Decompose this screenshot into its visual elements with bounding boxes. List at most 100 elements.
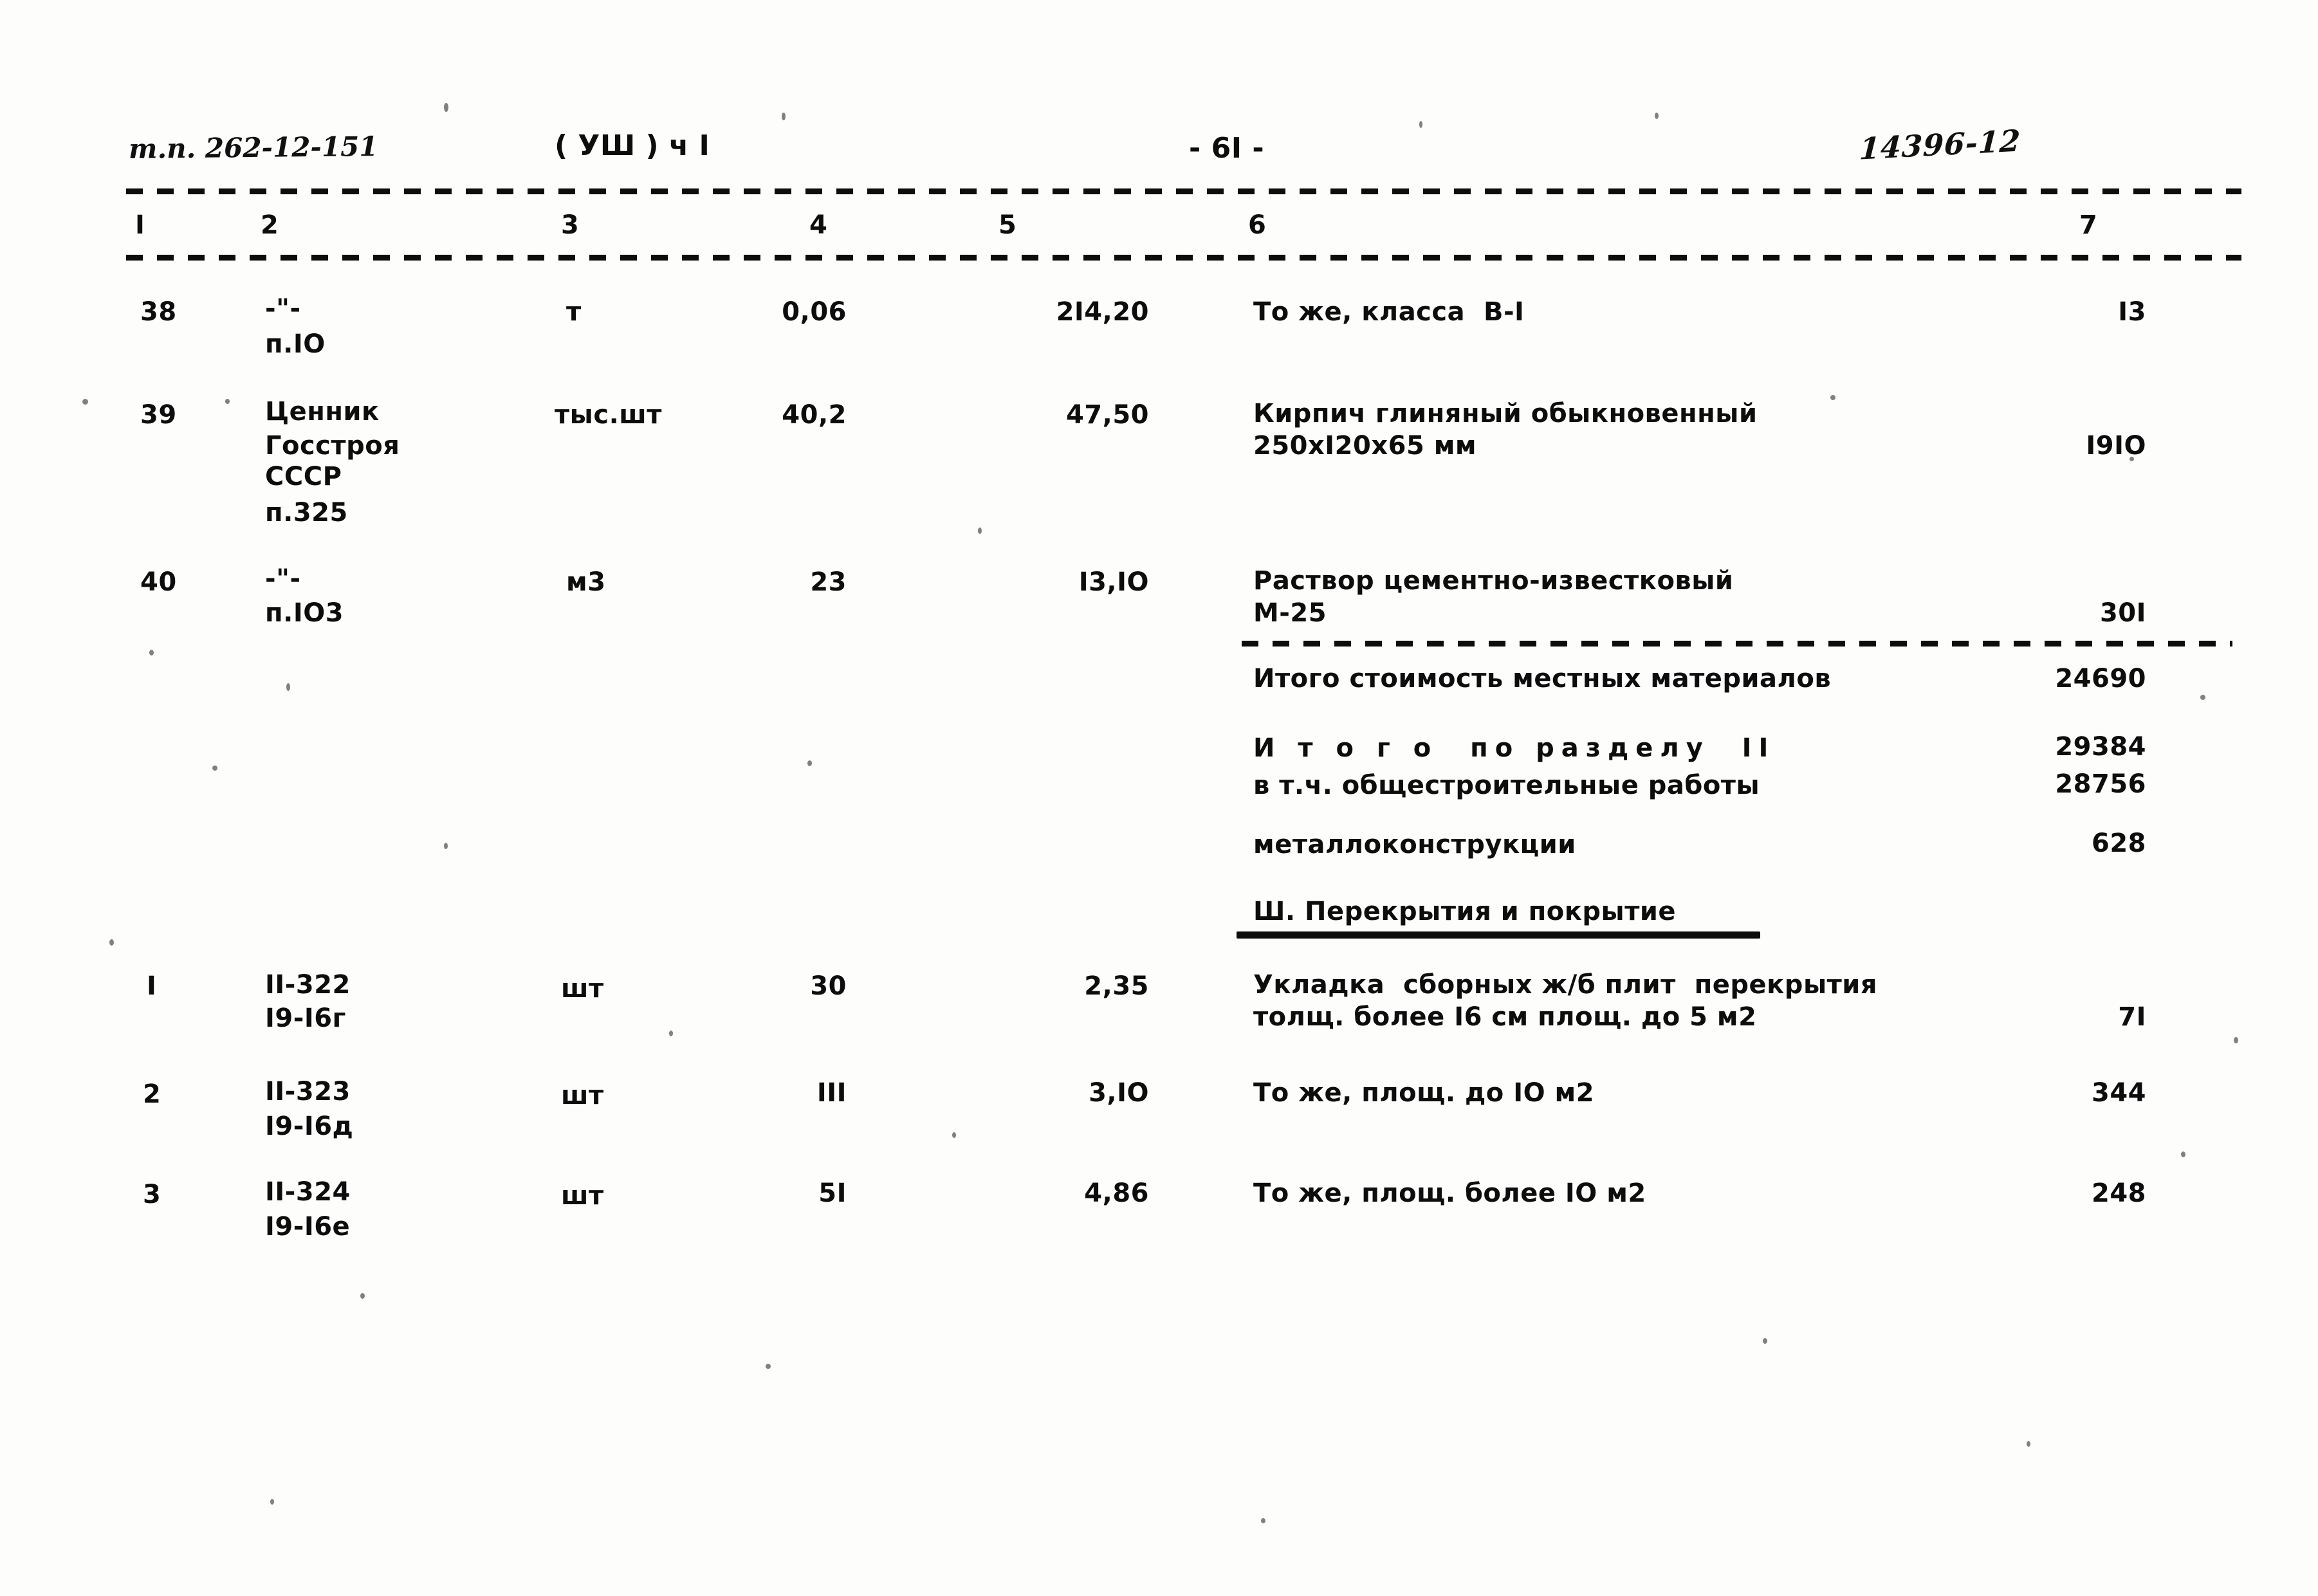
row-unit: шт <box>561 974 604 1004</box>
scan-speck <box>669 1031 673 1036</box>
column-header-6: 6 <box>1248 210 1267 240</box>
row-quantity: 23 <box>810 567 847 597</box>
row-total: 248 <box>2092 1179 2146 1208</box>
scan-speck <box>444 103 448 112</box>
row-total: I3 <box>2118 297 2146 327</box>
row-quantity: 40,2 <box>782 400 847 430</box>
row-code-line: п.325 <box>265 498 348 527</box>
row-quantity: 0,06 <box>782 297 847 327</box>
scan-speck <box>360 1293 365 1299</box>
scan-speck <box>149 650 154 656</box>
row-code-line: II-322 <box>265 970 351 1000</box>
row-unit: шт <box>561 1081 604 1110</box>
scan-speck <box>82 399 88 405</box>
scan-speck <box>978 527 982 534</box>
scan-speck <box>1655 113 1659 119</box>
column-header-1: I <box>135 210 145 240</box>
row-description: То же, площ. до IO м2 <box>1253 1078 1595 1108</box>
row-price: 2I4,20 <box>1056 297 1149 327</box>
table-header-rule <box>126 255 2241 261</box>
row-description: Укладка сборных ж/б плит перекрытия <box>1253 970 1878 1000</box>
scan-speck <box>1419 121 1422 128</box>
row-code-line: п.IO3 <box>265 598 344 628</box>
scan-speck <box>1830 395 1835 400</box>
row-price: 2,35 <box>1084 971 1149 1001</box>
row-price: I3,IO <box>1078 567 1149 597</box>
summary-value: 29384 <box>2055 732 2146 762</box>
archive-mark: 14396-12 <box>1858 123 2022 167</box>
row-code-line: -"- <box>265 564 301 594</box>
row-quantity: 5I <box>818 1179 847 1208</box>
row-total: 7I <box>2118 1002 2146 1032</box>
volume-part: ( УШ ) ч I <box>555 129 710 162</box>
column-header-4: 4 <box>809 210 828 240</box>
row-number: I <box>147 971 157 1001</box>
row-code-line: Ценник <box>265 397 380 427</box>
row-price: 3,IO <box>1089 1078 1149 1108</box>
table-top-rule <box>126 188 2241 194</box>
summary-label: Итого стоимость местных материалов <box>1253 664 1832 693</box>
row-description: Кирпич глиняный обыкновенный <box>1253 399 1758 428</box>
scan-speck <box>2129 457 2134 461</box>
scan-speck <box>2027 1441 2030 1447</box>
summary-separator-rule <box>1242 641 2232 647</box>
scan-speck <box>270 1499 274 1505</box>
row-unit: м3 <box>566 567 606 597</box>
column-header-5: 5 <box>998 210 1017 240</box>
row-description: То же, площ. более IO м2 <box>1253 1179 1646 1208</box>
row-price: 4,86 <box>1084 1179 1149 1208</box>
column-header-3: 3 <box>561 210 580 240</box>
row-number: 2 <box>143 1079 161 1109</box>
row-code-line: -"- <box>265 294 301 324</box>
scan-speck <box>109 939 114 946</box>
row-number: 3 <box>143 1180 161 1209</box>
scan-speck <box>225 399 230 404</box>
row-unit: тыс.шт <box>555 400 662 430</box>
column-header-2: 2 <box>261 210 279 240</box>
column-header-7: 7 <box>2079 210 2098 240</box>
page-number: - 6I - <box>1189 132 1265 165</box>
row-price: 47,50 <box>1065 400 1149 430</box>
row-number: 39 <box>140 400 177 430</box>
summary-label: И т о г о по разделу II <box>1253 733 1776 763</box>
row-unit: шт <box>561 1181 604 1211</box>
row-quantity: III <box>816 1078 847 1108</box>
row-description: М-25 <box>1253 598 1327 628</box>
summary-label: металлоконструкции <box>1253 830 1576 859</box>
scan-speck <box>1261 1518 1265 1523</box>
scan-speck <box>766 1364 771 1369</box>
scan-speck <box>2200 695 2205 700</box>
row-code-line: II-323 <box>265 1077 351 1106</box>
row-code-line: Госстроя <box>265 431 400 461</box>
document-page: т.п. 262-12-151 ( УШ ) ч I - 6I - 14396-… <box>0 0 2318 1596</box>
scan-speck <box>2181 1151 2185 1157</box>
scan-speck <box>952 1132 956 1138</box>
row-code-line: СССР <box>265 462 342 491</box>
section-heading-underline <box>1237 931 1760 939</box>
document-code: т.п. 262-12-151 <box>128 130 378 165</box>
summary-label: в т.ч. общестроительные работы <box>1253 771 1760 800</box>
row-description: 250хI20х65 мм <box>1253 431 1477 461</box>
row-number: 40 <box>140 567 177 597</box>
scan-speck <box>782 113 786 120</box>
scan-speck <box>444 843 448 849</box>
row-description: толщ. более I6 см площ. до 5 м2 <box>1253 1002 1757 1032</box>
row-description: То же, класса В-I <box>1253 297 1525 327</box>
row-code-line: I9-I6д <box>265 1112 354 1141</box>
summary-value: 628 <box>2092 829 2146 858</box>
summary-value: 28756 <box>2055 769 2146 799</box>
row-description: Раствор цементно-известковый <box>1253 566 1734 596</box>
scan-speck <box>2234 1037 2238 1043</box>
row-code-line: I9-I6г <box>265 1004 346 1033</box>
row-code-line: II-324 <box>265 1177 351 1207</box>
section-heading: Ш. Перекрытия и покрытие <box>1253 897 1677 926</box>
row-total: 30I <box>2099 598 2146 628</box>
row-quantity: 30 <box>810 971 847 1001</box>
scan-speck <box>286 683 290 691</box>
summary-value: 24690 <box>2055 664 2146 693</box>
row-total: 344 <box>2092 1078 2146 1108</box>
scan-speck <box>212 766 217 771</box>
row-number: 38 <box>140 297 177 327</box>
row-code-line: I9-I6е <box>265 1212 351 1242</box>
scan-speck <box>1763 1338 1767 1344</box>
